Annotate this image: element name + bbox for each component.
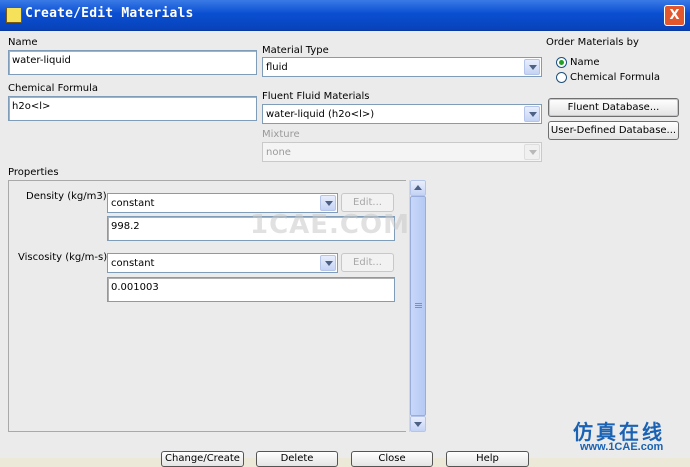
brand-url: www.1CAE.com <box>580 441 664 453</box>
mixture-label: Mixture <box>262 129 300 140</box>
viscosity-method-dropdown[interactable]: constant <box>107 253 338 273</box>
chevron-down-icon[interactable] <box>320 195 336 211</box>
order-materials-label: Order Materials by <box>546 37 639 48</box>
material-type-dropdown[interactable]: fluid <box>262 57 542 77</box>
fluent-database-button[interactable]: Fluent Database... <box>548 98 679 117</box>
viscosity-edit-button: Edit... <box>341 253 394 272</box>
user-defined-database-button[interactable]: User-Defined Database... <box>548 121 679 140</box>
scroll-down-icon[interactable] <box>410 416 426 432</box>
density-method-value: constant <box>111 198 155 209</box>
material-type-value: fluid <box>266 62 288 73</box>
chevron-down-icon[interactable] <box>524 59 540 75</box>
fluent-fluid-materials-dropdown[interactable]: water-liquid (h2o<l>) <box>262 104 542 124</box>
chevron-down-icon[interactable] <box>524 106 540 122</box>
material-type-label: Material Type <box>262 45 329 56</box>
grip-line <box>415 305 422 306</box>
chemical-formula-label: Chemical Formula <box>8 83 99 94</box>
viscosity-value-input[interactable]: 0.001003 <box>107 277 395 302</box>
chevron-down-icon[interactable] <box>320 255 336 271</box>
properties-label: Properties <box>8 167 59 178</box>
order-by-formula-radio[interactable] <box>556 72 567 83</box>
grip-line <box>415 307 422 308</box>
change-create-button[interactable]: Change/Create <box>161 451 244 467</box>
grip-line <box>415 303 422 304</box>
density-label: Density (kg/m3) <box>26 191 107 202</box>
properties-scrollbar[interactable] <box>409 180 426 432</box>
order-by-formula-label: Chemical Formula <box>570 72 661 83</box>
name-input[interactable]: water-liquid <box>8 50 257 75</box>
scroll-thumb[interactable] <box>410 196 426 416</box>
close-window-button[interactable]: X <box>664 5 685 26</box>
viscosity-label: Viscosity (kg/m-s) <box>18 252 108 263</box>
app-icon <box>6 7 22 23</box>
fluent-fluid-materials-value: water-liquid (h2o<l>) <box>266 109 375 120</box>
order-by-name-radio[interactable] <box>556 57 567 68</box>
mixture-value: none <box>266 147 291 158</box>
scroll-up-icon[interactable] <box>410 180 426 196</box>
mixture-dropdown: none <box>262 142 542 162</box>
title-bar[interactable]: Create/Edit Materials X <box>0 0 690 31</box>
name-label: Name <box>8 37 38 48</box>
chevron-down-icon <box>524 144 540 160</box>
help-button[interactable]: Help <box>446 451 529 467</box>
viscosity-method-value: constant <box>111 258 155 269</box>
window-title: Create/Edit Materials <box>25 6 194 21</box>
fluent-fluid-materials-label: Fluent Fluid Materials <box>262 91 370 102</box>
order-by-name-label: Name <box>570 57 600 68</box>
chemical-formula-input[interactable]: h2o<l> <box>8 96 257 121</box>
delete-button[interactable]: Delete <box>256 451 338 467</box>
watermark: 1CAE.COM <box>250 210 410 240</box>
close-button[interactable]: Close <box>351 451 433 467</box>
